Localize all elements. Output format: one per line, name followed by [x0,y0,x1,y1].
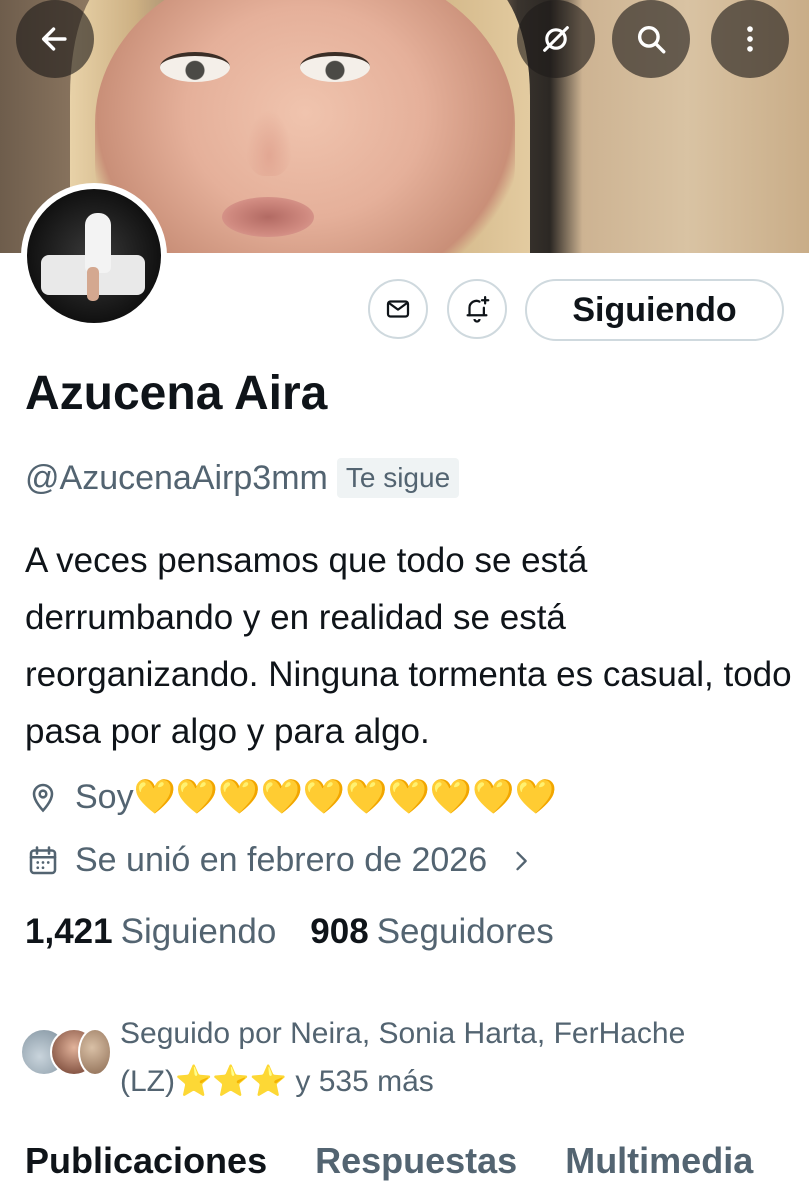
followed-by-avatars [20,1028,116,1078]
follow-stats: 1,421 Siguiendo 908 Seguidores [25,912,554,952]
profile-handle: @AzucenaAirp3mm [25,458,328,497]
profile-tabs: Publicaciones Respuestas Multimedia [25,1140,801,1182]
more-button[interactable] [711,0,789,78]
bell-plus-icon [466,296,490,323]
arrow-left-icon [41,27,67,51]
tab-multimedia[interactable]: Multimedia [565,1140,753,1182]
following-button[interactable]: Siguiendo [525,279,784,341]
profile-name: Azucena Aira [25,367,328,420]
follows-you-badge: Te sigue [336,458,460,498]
banner-decoration [246,110,292,176]
handle-row: @AzucenaAirp3mm Te sigue [25,458,460,498]
following-link[interactable]: 1,421 Siguiendo [25,912,276,952]
notifications-button[interactable] [447,279,507,339]
banner-decoration [222,197,314,237]
joined-row[interactable]: Se unió en febrero de 2026 [25,841,549,880]
back-button[interactable] [16,0,94,78]
more-vertical-icon [747,26,753,52]
mute-button[interactable] [517,0,595,78]
location-row: Soy💛💛💛💛💛💛💛💛💛💛 [25,777,557,817]
banner-decoration [160,52,230,82]
avatar[interactable] [21,183,167,329]
avatar-image [27,189,161,323]
chevron-right-icon [516,851,527,870]
calendar-icon [29,845,57,874]
tab-respuestas[interactable]: Respuestas [315,1140,517,1182]
following-count: 1,421 [25,912,113,951]
followers-link[interactable]: 908 Seguidores [310,912,553,952]
profile-bio: A veces pensamos que todo se está derrum… [25,541,792,751]
avatar [78,1028,112,1076]
banner-decoration [300,52,370,82]
joined-text: Se unió en febrero de 2026 [75,841,488,879]
followed-by[interactable]: Seguido por Neira, Sonia Harta, FerHache… [20,1010,700,1106]
followers-count: 908 [310,912,369,951]
followers-label: Seguidores [376,912,554,951]
mail-icon [386,300,410,318]
following-label: Siguiendo [120,912,277,951]
location-pin-icon [32,783,54,813]
search-icon [637,25,666,54]
message-button[interactable] [368,279,428,339]
search-button[interactable] [612,0,690,78]
tab-publicaciones[interactable]: Publicaciones [25,1140,267,1182]
location-text: Soy💛💛💛💛💛💛💛💛💛💛 [75,778,557,816]
followed-by-text: Seguido por Neira, Sonia Harta, FerHache… [120,1017,686,1098]
eye-slash-icon [543,26,569,52]
